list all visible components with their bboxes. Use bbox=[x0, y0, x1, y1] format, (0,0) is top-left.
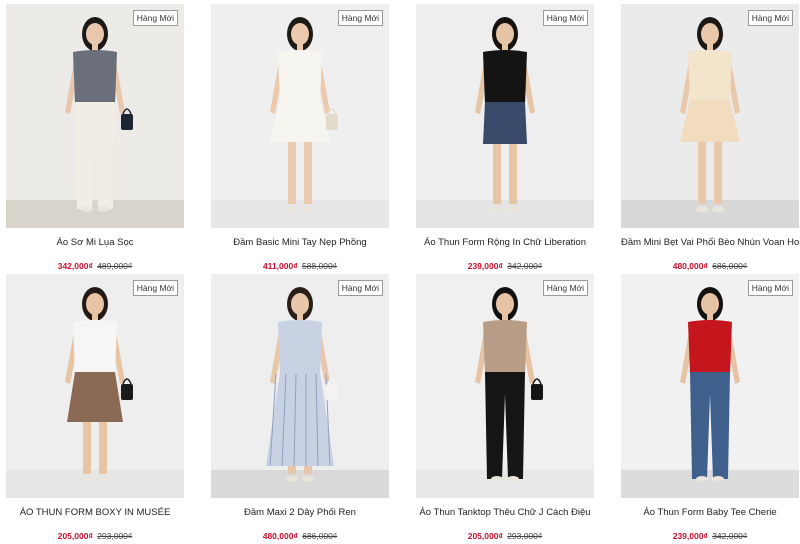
original-price: 293,000₫ bbox=[97, 531, 133, 541]
original-price: 342,000₫ bbox=[507, 261, 543, 271]
product-image[interactable] bbox=[416, 274, 594, 498]
new-badge: Hàng Mới bbox=[542, 280, 588, 296]
sale-price: 205,000₫ bbox=[467, 531, 503, 541]
product-image[interactable] bbox=[416, 4, 594, 228]
product-prices: 342,000₫ 489,000₫ bbox=[6, 260, 184, 272]
product-image[interactable] bbox=[621, 4, 799, 228]
model-illustration bbox=[211, 4, 389, 228]
original-price: 686,000₫ bbox=[712, 261, 748, 271]
product-card[interactable]: Hàng Mới Áo Thun Form Rộng In Chữ Libera… bbox=[416, 4, 594, 274]
sale-price: 239,000₫ bbox=[672, 531, 708, 541]
product-name[interactable]: Đầm Maxi 2 Dây Phối Ren bbox=[211, 506, 389, 520]
sale-price: 411,000₫ bbox=[262, 261, 298, 271]
sale-price: 480,000₫ bbox=[262, 531, 298, 541]
product-name[interactable]: Đầm Mini Bẹt Vai Phối Bèo Nhún Voan Hoa bbox=[621, 236, 799, 250]
product-card[interactable]: Hàng Mới Áo Thun Form Baby Tee Cherie 23… bbox=[621, 274, 799, 544]
model-illustration bbox=[6, 4, 184, 228]
new-badge: Hàng Mới bbox=[542, 10, 588, 26]
original-price: 342,000₫ bbox=[712, 531, 748, 541]
original-price: 293,000₫ bbox=[507, 531, 543, 541]
original-price: 588,000₫ bbox=[301, 261, 338, 271]
product-prices: 480,000₫ 686,000₫ bbox=[621, 260, 799, 272]
model-illustration bbox=[416, 4, 594, 228]
new-badge: Hàng Mới bbox=[337, 280, 383, 296]
product-image[interactable] bbox=[211, 4, 389, 228]
new-badge: Hàng Mới bbox=[132, 10, 178, 26]
product-card[interactable]: Hàng Mới Đầm Basic Mini Tay Nẹp Phồng 41… bbox=[211, 4, 389, 274]
product-image[interactable] bbox=[6, 4, 184, 228]
model-illustration bbox=[6, 274, 184, 498]
product-prices: 205,000₫ 293,000₫ bbox=[416, 530, 594, 542]
product-name[interactable]: Đầm Basic Mini Tay Nẹp Phồng bbox=[211, 236, 389, 250]
product-prices: 411,000₫ 588,000₫ bbox=[211, 260, 389, 272]
product-prices: 205,000₫ 293,000₫ bbox=[6, 530, 184, 542]
product-prices: 239,000₫ 342,000₫ bbox=[621, 530, 799, 542]
original-price: 489,000₫ bbox=[97, 261, 133, 271]
product-name[interactable]: Áo Thun Form Baby Tee Cherie bbox=[621, 506, 799, 520]
product-prices: 480,000₫ 686,000₫ bbox=[211, 530, 389, 542]
new-badge: Hàng Mới bbox=[747, 10, 793, 26]
product-name[interactable]: Áo Thun Tanktop Thêu Chữ J Cách Điệu bbox=[416, 506, 594, 520]
product-card[interactable]: Hàng Mới ÁO THUN FORM BOXY IN MUSÉE 205,… bbox=[6, 274, 184, 544]
product-grid: Hàng Mới Áo Sơ Mi Lụa Sọc 342,000₫ 489,0… bbox=[6, 4, 799, 544]
product-name[interactable]: ÁO THUN FORM BOXY IN MUSÉE bbox=[6, 506, 184, 520]
product-card[interactable]: Hàng Mới Đầm Maxi 2 Dây Phối Ren 480,000… bbox=[211, 274, 389, 544]
new-badge: Hàng Mới bbox=[747, 280, 793, 296]
product-card[interactable]: Hàng Mới Áo Thun Tanktop Thêu Chữ J Cách… bbox=[416, 274, 594, 544]
model-illustration bbox=[621, 274, 799, 498]
sale-price: 205,000₫ bbox=[57, 531, 93, 541]
sale-price: 480,000₫ bbox=[672, 261, 708, 271]
new-badge: Hàng Mới bbox=[132, 280, 178, 296]
product-image[interactable] bbox=[621, 274, 799, 498]
model-illustration bbox=[621, 4, 799, 228]
product-card[interactable]: Hàng Mới Áo Sơ Mi Lụa Sọc 342,000₫ 489,0… bbox=[6, 4, 184, 274]
product-name[interactable]: Áo Sơ Mi Lụa Sọc bbox=[6, 236, 184, 250]
model-illustration bbox=[416, 274, 594, 498]
product-image[interactable] bbox=[211, 274, 389, 498]
product-card[interactable]: Hàng Mới Đầm Mini Bẹt Vai Phối Bèo Nhún … bbox=[621, 4, 799, 274]
model-illustration bbox=[211, 274, 389, 498]
sale-price: 342,000₫ bbox=[57, 261, 93, 271]
new-badge: Hàng Mới bbox=[337, 10, 383, 26]
product-image[interactable] bbox=[6, 274, 184, 498]
product-name[interactable]: Áo Thun Form Rộng In Chữ Liberation bbox=[416, 236, 594, 250]
product-prices: 239,000₫ 342,000₫ bbox=[416, 260, 594, 272]
original-price: 686,000₫ bbox=[302, 531, 338, 541]
sale-price: 239,000₫ bbox=[467, 261, 503, 271]
